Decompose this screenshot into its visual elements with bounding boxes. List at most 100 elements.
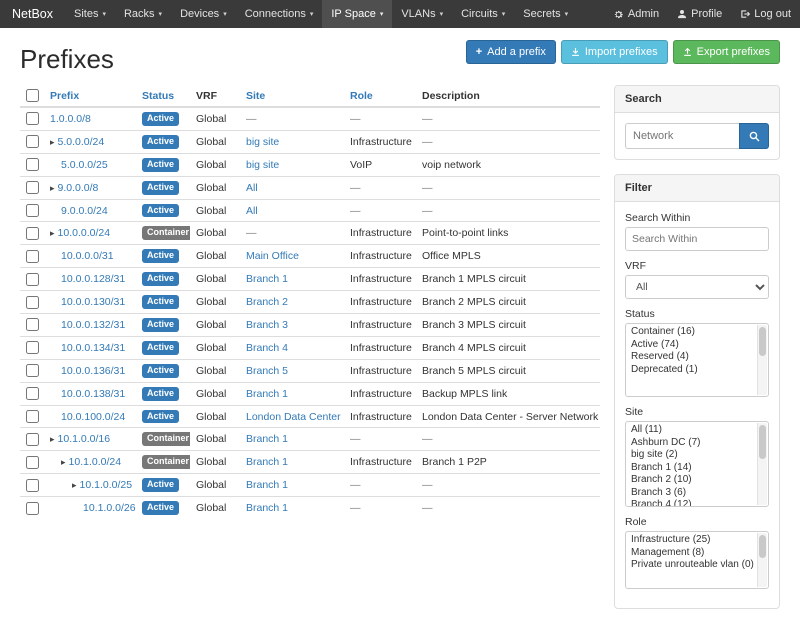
scrollbar[interactable]	[757, 533, 767, 587]
scrollbar[interactable]	[757, 325, 767, 395]
row-checkbox[interactable]	[26, 364, 39, 377]
row-checkbox[interactable]	[26, 479, 39, 492]
row-checkbox[interactable]	[26, 318, 39, 331]
prefix-link[interactable]: 5.0.0.0/24	[58, 136, 105, 148]
site-link[interactable]: big site	[246, 136, 279, 148]
site-link[interactable]: London Data Center	[246, 411, 341, 423]
prefix-link[interactable]: 10.0.0.0/31	[61, 250, 114, 262]
scrollbar-thumb[interactable]	[759, 425, 766, 459]
scrollbar[interactable]	[757, 423, 767, 505]
column-sort-link[interactable]: Prefix	[50, 90, 79, 102]
expand-caret-icon[interactable]: ▸	[50, 183, 55, 193]
brand-logo[interactable]: NetBox	[0, 0, 65, 28]
row-checkbox[interactable]	[26, 135, 39, 148]
site-filter-option[interactable]: Branch 2 (10)	[628, 474, 754, 487]
log-out-link[interactable]: Log out	[731, 0, 800, 28]
import-prefixes-button[interactable]: Import prefixes	[561, 40, 668, 64]
prefix-link[interactable]: 10.0.0.128/31	[61, 273, 125, 285]
row-checkbox[interactable]	[26, 227, 39, 240]
prefix-link[interactable]: 10.1.0.0/26	[83, 502, 136, 514]
row-checkbox[interactable]	[26, 502, 39, 515]
prefix-link[interactable]: 10.0.100.0/24	[61, 411, 125, 423]
prefix-link[interactable]: 10.0.0.0/24	[58, 227, 111, 239]
site-link[interactable]: Branch 1	[246, 479, 288, 491]
nav-item-racks[interactable]: Racks▾	[115, 0, 171, 28]
role-filter-option[interactable]: Private unrouteable vlan (0)	[628, 559, 754, 572]
nav-item-devices[interactable]: Devices▾	[171, 0, 236, 28]
row-checkbox[interactable]	[26, 158, 39, 171]
role-filter-option[interactable]: Management (8)	[628, 547, 754, 560]
column-sort-link[interactable]: Role	[350, 90, 373, 102]
site-link[interactable]: big site	[246, 159, 279, 171]
nav-item-vlans[interactable]: VLANs▾	[392, 0, 452, 28]
site-link[interactable]: Main Office	[246, 250, 299, 262]
vrf-select[interactable]: All	[625, 275, 769, 299]
status-filter-option[interactable]: Reserved (4)	[628, 351, 754, 364]
expand-caret-icon[interactable]: ▸	[50, 137, 55, 147]
nav-item-connections[interactable]: Connections▾	[236, 0, 323, 28]
nav-item-ip-space[interactable]: IP Space▾	[322, 0, 392, 28]
prefix-link[interactable]: 10.1.0.0/16	[58, 433, 111, 445]
status-filter-option[interactable]: Deprecated (1)	[628, 364, 754, 377]
row-checkbox[interactable]	[26, 296, 39, 309]
row-checkbox[interactable]	[26, 204, 39, 217]
site-filter-option[interactable]: Branch 1 (14)	[628, 462, 754, 475]
search-input[interactable]	[625, 123, 739, 149]
role-filter-option[interactable]: Infrastructure (25)	[628, 534, 754, 547]
site-link[interactable]: Branch 1	[246, 433, 288, 445]
column-sort-link[interactable]: Status	[142, 90, 174, 102]
row-checkbox[interactable]	[26, 273, 39, 286]
site-link[interactable]: Branch 2	[246, 296, 288, 308]
search-within-input[interactable]	[625, 227, 769, 251]
status-filter-option[interactable]: Container (16)	[628, 326, 754, 339]
site-link[interactable]: Branch 5	[246, 365, 288, 377]
row-checkbox[interactable]	[26, 250, 39, 263]
expand-caret-icon[interactable]: ▸	[72, 480, 77, 490]
expand-caret-icon[interactable]: ▸	[50, 434, 55, 444]
status-filter-option[interactable]: Active (74)	[628, 339, 754, 352]
row-checkbox[interactable]	[26, 181, 39, 194]
prefix-link[interactable]: 9.0.0.0/8	[58, 182, 99, 194]
row-checkbox[interactable]	[26, 387, 39, 400]
prefix-link[interactable]: 9.0.0.0/24	[61, 205, 108, 217]
site-filter-option[interactable]: big site (2)	[628, 449, 754, 462]
prefix-link[interactable]: 10.1.0.0/25	[80, 479, 133, 491]
nav-item-secrets[interactable]: Secrets▾	[514, 0, 577, 28]
search-button[interactable]	[739, 123, 769, 149]
site-link[interactable]: Branch 1	[246, 273, 288, 285]
site-filter-option[interactable]: Branch 4 (12)	[628, 499, 754, 507]
prefix-link[interactable]: 10.0.0.134/31	[61, 342, 125, 354]
site-link[interactable]: Branch 3	[246, 319, 288, 331]
prefix-link[interactable]: 1.0.0.0/8	[50, 113, 91, 125]
row-checkbox[interactable]	[26, 112, 39, 125]
expand-caret-icon[interactable]: ▸	[50, 228, 55, 238]
export-prefixes-button[interactable]: Export prefixes	[673, 40, 780, 64]
prefix-link[interactable]: 10.0.0.136/31	[61, 365, 125, 377]
site-filter-option[interactable]: All (11)	[628, 424, 754, 437]
site-filter-option[interactable]: Ashburn DC (7)	[628, 437, 754, 450]
admin-link[interactable]: Admin	[604, 0, 668, 28]
profile-link[interactable]: Profile	[668, 0, 731, 28]
prefix-link[interactable]: 10.1.0.0/24	[69, 456, 122, 468]
site-link[interactable]: Branch 4	[246, 342, 288, 354]
site-link[interactable]: Branch 1	[246, 456, 288, 468]
scrollbar-thumb[interactable]	[759, 535, 766, 558]
scrollbar-thumb[interactable]	[759, 327, 766, 356]
site-link[interactable]: All	[246, 205, 258, 217]
prefix-link[interactable]: 5.0.0.0/25	[61, 159, 108, 171]
add-prefix-button[interactable]: + Add a prefix	[466, 40, 556, 64]
row-checkbox[interactable]	[26, 410, 39, 423]
row-checkbox[interactable]	[26, 433, 39, 446]
row-checkbox[interactable]	[26, 456, 39, 469]
nav-item-circuits[interactable]: Circuits▾	[452, 0, 514, 28]
site-link[interactable]: All	[246, 182, 258, 194]
nav-item-sites[interactable]: Sites▾	[65, 0, 115, 28]
site-link[interactable]: Branch 1	[246, 388, 288, 400]
prefix-link[interactable]: 10.0.0.130/31	[61, 296, 125, 308]
prefix-link[interactable]: 10.0.0.138/31	[61, 388, 125, 400]
expand-caret-icon[interactable]: ▸	[61, 457, 66, 467]
prefix-link[interactable]: 10.0.0.132/31	[61, 319, 125, 331]
site-link[interactable]: Branch 1	[246, 502, 288, 514]
column-sort-link[interactable]: Site	[246, 90, 265, 102]
row-checkbox[interactable]	[26, 341, 39, 354]
